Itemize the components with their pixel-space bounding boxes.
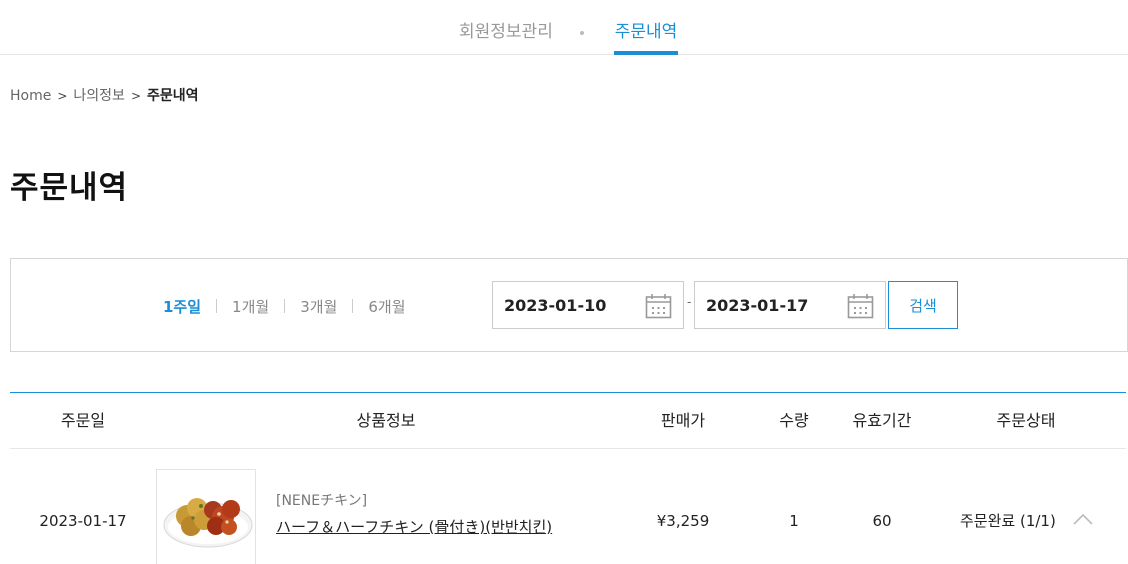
date-range-separator: - [687, 295, 692, 309]
validity-days: 60 [872, 512, 892, 530]
period-divider [216, 299, 218, 313]
order-status: 주문완료 (1/1) [960, 512, 1056, 530]
product-brand: [NENEチキン] [276, 493, 368, 509]
search-button[interactable]: 검색 [888, 281, 958, 329]
breadcrumb-home[interactable]: Home [10, 88, 51, 104]
header-price: 판매가 [660, 411, 706, 430]
end-date-value: 2023-01-17 [706, 296, 809, 315]
tab-member-info[interactable]: 회원정보관리 [459, 20, 553, 44]
period-6-months[interactable]: 6개월 [368, 297, 405, 317]
table-header: 주문일 상품정보 판매가 수량 유효기간 주문상태 [10, 393, 1126, 449]
header-validity: 유효기간 [852, 411, 912, 430]
breadcrumb-my-info[interactable]: 나의정보 [73, 88, 125, 104]
calendar-icon[interactable] [645, 293, 672, 319]
period-divider [352, 299, 354, 313]
chevron-up-icon[interactable] [1072, 509, 1094, 531]
breadcrumb: Home > 나의정보 > 주문내역 [10, 86, 199, 106]
tab-order-history[interactable]: 주문내역 [614, 20, 678, 55]
top-tabs: 회원정보관리 주문내역 [0, 0, 1128, 55]
calendar-icon[interactable] [847, 293, 874, 319]
period-divider [284, 299, 286, 313]
header-quantity: 수량 [779, 411, 809, 430]
period-1-month[interactable]: 1개월 [232, 297, 269, 317]
table-row: 2023-01-17 [NENEチキン] ハーフ＆ハーフチキン (骨付き)(반반… [10, 449, 1126, 564]
product-thumbnail[interactable] [156, 469, 256, 564]
breadcrumb-separator: > [130, 89, 141, 103]
period-selector: 1주일 1개월 3개월 6개월 [163, 297, 406, 317]
breadcrumb-current: 주문내역 [147, 88, 199, 104]
start-date-input[interactable]: 2023-01-10 [492, 281, 684, 329]
product-quantity: 1 [789, 512, 799, 530]
breadcrumb-separator: > [57, 89, 68, 103]
product-name-link[interactable]: ハーフ＆ハーフチキン (骨付き)(반반치킨) [276, 517, 552, 537]
header-order-date: 주문일 [60, 411, 106, 430]
page-title: 주문내역 [10, 170, 129, 206]
header-product-info: 상품정보 [356, 411, 416, 430]
period-3-months[interactable]: 3개월 [300, 297, 337, 317]
header-status: 주문상태 [996, 411, 1056, 430]
start-date-value: 2023-01-10 [504, 296, 607, 315]
product-price: ¥3,259 [656, 512, 710, 530]
order-date: 2023-01-17 [39, 512, 127, 530]
order-table: 주문일 상품정보 판매가 수량 유효기간 주문상태 2023-01-17 [NE… [10, 392, 1126, 564]
tab-divider-dot [580, 31, 584, 35]
end-date-input[interactable]: 2023-01-17 [694, 281, 886, 329]
date-filter-panel: 1주일 1개월 3개월 6개월 2023-01-10 - 2023-01-17 [10, 258, 1128, 352]
period-1-week[interactable]: 1주일 [163, 297, 201, 317]
fried-chicken-image [163, 498, 253, 548]
